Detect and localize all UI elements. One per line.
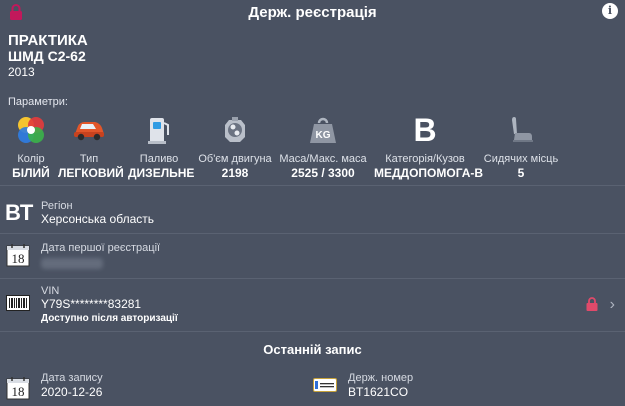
calendar-icon: 18 [6, 244, 30, 267]
color-palette-icon [8, 112, 54, 148]
license-plate-icon [313, 378, 337, 392]
first-registration-label: Дата першої реєстрації [41, 242, 161, 254]
param-value: 5 [517, 166, 525, 180]
record-date-value: 2020-12-26 [41, 385, 103, 399]
param-label: Категорія/Кузов [385, 153, 465, 165]
param-fuel: Паливо ДИЗЕЛЬНЕ [128, 112, 195, 180]
param-seats: Сидячих місць 5 [482, 112, 560, 180]
engine-icon [198, 112, 272, 148]
param-value: ДИЗЕЛЬНЕ [128, 166, 195, 180]
param-category: B Категорія/Кузов МЕДДОПОМОГА-В [374, 111, 484, 181]
plate-value: BT1621CO [348, 385, 409, 399]
region-code-icon: BT [5, 200, 33, 225]
car-model: ШМД С2-62 [8, 48, 86, 64]
car-type-icon [58, 112, 120, 148]
record-date-label: Дата запису [41, 372, 103, 384]
param-type: Тип ЛЕГКОВИЙ [58, 112, 124, 180]
divider [0, 233, 625, 234]
last-record-title: Останній запис [263, 342, 362, 357]
param-label: Колір [17, 153, 45, 165]
vin-value: Y79S********83281 [41, 297, 142, 311]
divider [0, 331, 625, 332]
seat-icon [482, 112, 560, 148]
svg-text:18: 18 [12, 384, 25, 399]
plate-label: Держ. номер [348, 372, 414, 384]
param-label: Маса/Макс. маса [279, 153, 367, 165]
lock-icon-red[interactable] [586, 297, 598, 311]
vin-barcode-icon [6, 295, 30, 311]
param-label: Сидячих місць [483, 153, 559, 165]
page-title: Держ. реєстрація [248, 4, 377, 21]
divider [0, 185, 625, 186]
param-value: ЛЕГКОВИЙ [58, 166, 124, 180]
params-title: Параметри: [8, 96, 68, 108]
car-year: 2013 [8, 65, 35, 79]
param-label: Тип [79, 153, 99, 165]
calendar-icon: 18 [6, 377, 30, 400]
param-color: Колір БІЛИЙ [8, 112, 54, 180]
vin-label: VIN [41, 285, 60, 297]
region-value: Херсонська область [41, 212, 154, 226]
fuel-pump-icon [128, 112, 190, 148]
divider [0, 278, 625, 279]
param-value: 2198 [221, 166, 249, 180]
category-b-icon: B [413, 111, 437, 148]
svg-text:KG: KG [316, 130, 331, 141]
param-label: Паливо [139, 153, 179, 165]
vin-auth-note: Доступно після авторизації [41, 313, 178, 324]
region-label: Регіон [41, 200, 73, 212]
car-make: ПРАКТИКА [8, 32, 88, 49]
param-value: 2525 / 3300 [291, 166, 355, 180]
param-engine: Об'єм двигуна 2198 [198, 112, 272, 180]
header: Держ. реєстрація i [0, 0, 625, 26]
param-value: МЕДДОПОМОГА-В [374, 166, 484, 180]
svg-text:18: 18 [12, 251, 25, 266]
chevron-right-icon[interactable]: › [610, 296, 615, 314]
param-value: БІЛИЙ [12, 166, 50, 180]
weight-icon: KG [278, 112, 368, 148]
info-icon[interactable]: i [602, 3, 618, 19]
param-label: Об'єм двигуна [198, 153, 272, 165]
param-weight: KG Маса/Макс. маса 2525 / 3300 [278, 112, 368, 180]
first-registration-value-hidden [41, 258, 103, 269]
